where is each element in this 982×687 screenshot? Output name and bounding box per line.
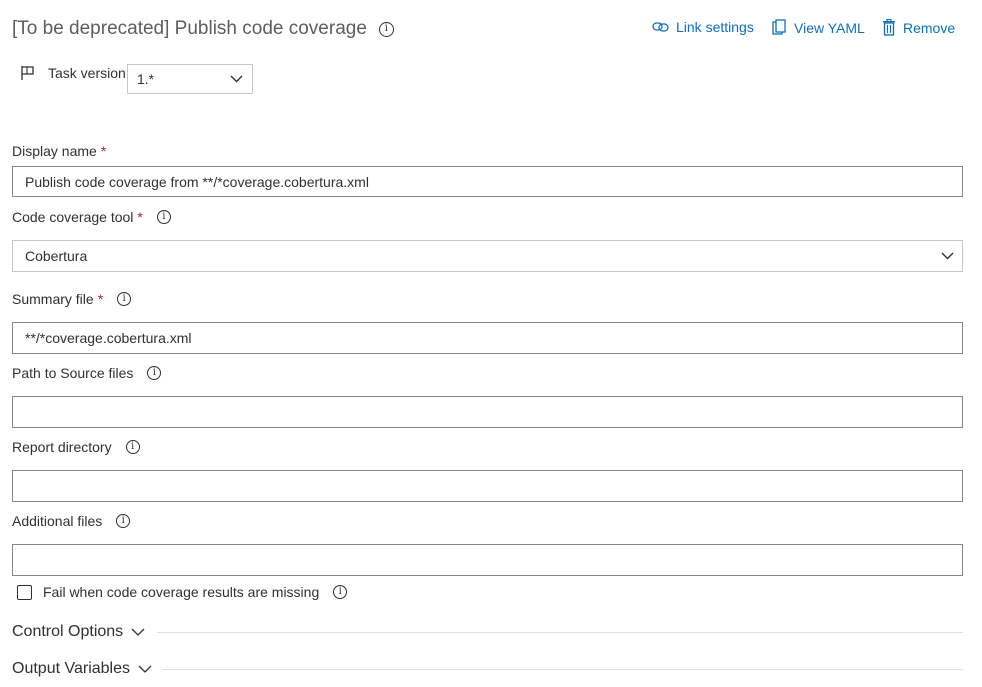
clipboard-icon — [772, 19, 786, 35]
chevron-down-icon — [131, 628, 145, 636]
header-actions: Link settings — [652, 19, 754, 35]
info-icon[interactable]: i — [125, 440, 140, 454]
source-path-label-text: Path to Source files — [12, 365, 134, 381]
additional-files-label: Additional files i — [12, 513, 131, 529]
coverage-tool-select[interactable]: Cobertura — [12, 240, 963, 272]
summary-file-value: **/*coverage.cobertura.xml — [25, 330, 192, 346]
link-icon — [652, 22, 669, 32]
info-icon[interactable]: i — [333, 585, 348, 599]
source-path-input[interactable] — [12, 396, 963, 428]
summary-file-label: Summary file * i — [12, 291, 132, 307]
summary-file-label-text: Summary file — [12, 291, 94, 307]
chevron-down-icon — [941, 252, 954, 260]
chevron-down-icon — [230, 75, 243, 83]
report-directory-input[interactable] — [12, 470, 963, 502]
required-marker: * — [137, 209, 143, 225]
task-version-label: Task version — [48, 65, 126, 81]
page-title: [To be deprecated] Publish code coverage… — [12, 18, 394, 40]
task-version-value: 1.* — [137, 71, 155, 87]
view-yaml-label: View YAML — [794, 19, 865, 36]
remove-label: Remove — [903, 19, 956, 36]
required-marker: * — [100, 143, 107, 159]
info-icon[interactable]: i — [147, 366, 162, 380]
control-options-section[interactable]: Control Options — [12, 623, 145, 641]
header-actions-remove: Remove — [882, 19, 955, 36]
coverage-tool-label-text: Code coverage tool — [12, 209, 134, 225]
display-name-value: Publish code coverage from **/*coverage.… — [25, 173, 369, 190]
fail-missing-label[interactable]: Fail when code coverage results are miss… — [43, 584, 319, 600]
view-yaml-button[interactable]: View YAML — [771, 19, 865, 36]
report-directory-label: Report directory i — [12, 439, 140, 455]
info-icon[interactable]: i — [117, 292, 132, 306]
page-title-text: [To be deprecated] Publish code coverage — [12, 18, 367, 39]
additional-files-label-text: Additional files — [12, 513, 103, 529]
required-marker: * — [97, 291, 104, 307]
chevron-down-icon — [138, 665, 152, 673]
coverage-tool-label: Code coverage tool * i — [12, 209, 171, 225]
flag-icon — [21, 66, 34, 80]
fail-missing-row: Fail when code coverage results are miss… — [17, 584, 348, 600]
info-icon[interactable]: i — [378, 21, 394, 37]
coverage-tool-value: Cobertura — [25, 248, 88, 264]
control-options-label: Control Options — [12, 623, 124, 640]
header-actions-yaml: View YAML — [771, 19, 865, 36]
link-settings-button[interactable]: Link settings — [652, 19, 754, 35]
fail-missing-checkbox[interactable] — [17, 584, 32, 600]
info-icon[interactable]: i — [116, 514, 131, 528]
info-icon[interactable]: i — [156, 210, 171, 224]
task-version-row: Task version — [20, 65, 126, 81]
report-directory-label-text: Report directory — [12, 439, 112, 455]
link-settings-label: Link settings — [676, 19, 754, 35]
display-name-input[interactable]: Publish code coverage from **/*coverage.… — [12, 166, 963, 197]
trash-icon — [883, 19, 895, 36]
summary-file-input[interactable]: **/*coverage.cobertura.xml — [12, 322, 963, 354]
remove-button[interactable]: Remove — [882, 19, 955, 36]
display-name-label: Display name * — [12, 143, 106, 159]
output-variables-section[interactable]: Output Variables — [12, 660, 152, 678]
section-divider — [162, 669, 963, 670]
section-divider — [157, 632, 963, 633]
output-variables-label: Output Variables — [12, 660, 130, 677]
additional-files-input[interactable] — [12, 544, 963, 576]
source-path-label: Path to Source files i — [12, 365, 162, 381]
display-name-label-text: Display name — [12, 143, 97, 159]
task-version-select[interactable]: 1.* — [127, 64, 253, 94]
